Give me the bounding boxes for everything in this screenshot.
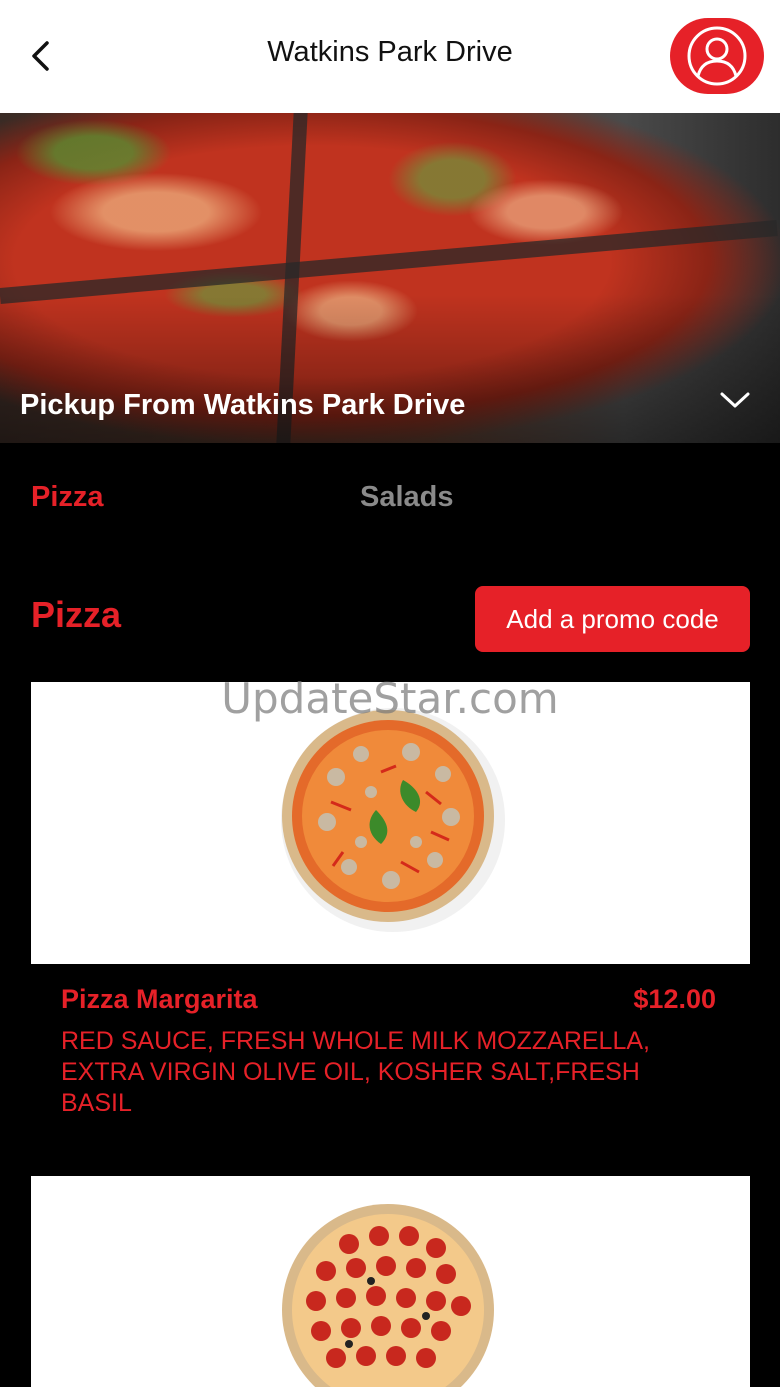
pepperoni-pizza-image <box>282 1204 494 1387</box>
menu-item-description: RED SAUCE, FRESH WHOLE MILK MOZZARELLA, … <box>61 1027 650 1117</box>
page-title: Watkins Park Drive <box>267 36 513 68</box>
user-icon <box>687 26 747 86</box>
menu-item-image[interactable] <box>31 682 750 964</box>
menu-item-name: Pizza Margarita <box>61 984 258 1014</box>
section-title: Pizza <box>31 594 122 635</box>
add-promo-code-button[interactable]: Add a promo code <box>475 586 750 652</box>
chevron-down-icon <box>720 392 750 408</box>
tab-salads[interactable]: Salads <box>360 481 454 514</box>
top-bar: Watkins Park Drive <box>0 0 780 113</box>
pickup-location-label: Pickup From Watkins Park Drive <box>20 389 466 421</box>
menu-item-image[interactable] <box>31 1176 750 1387</box>
menu-item-price: $12.00 <box>633 984 716 1014</box>
location-dropdown-toggle[interactable] <box>718 385 752 415</box>
tab-pizza[interactable]: Pizza <box>31 481 104 514</box>
hero-banner: Pickup From Watkins Park Drive <box>0 113 780 443</box>
profile-button[interactable] <box>670 18 764 94</box>
pizza-margarita-image <box>281 708 505 932</box>
